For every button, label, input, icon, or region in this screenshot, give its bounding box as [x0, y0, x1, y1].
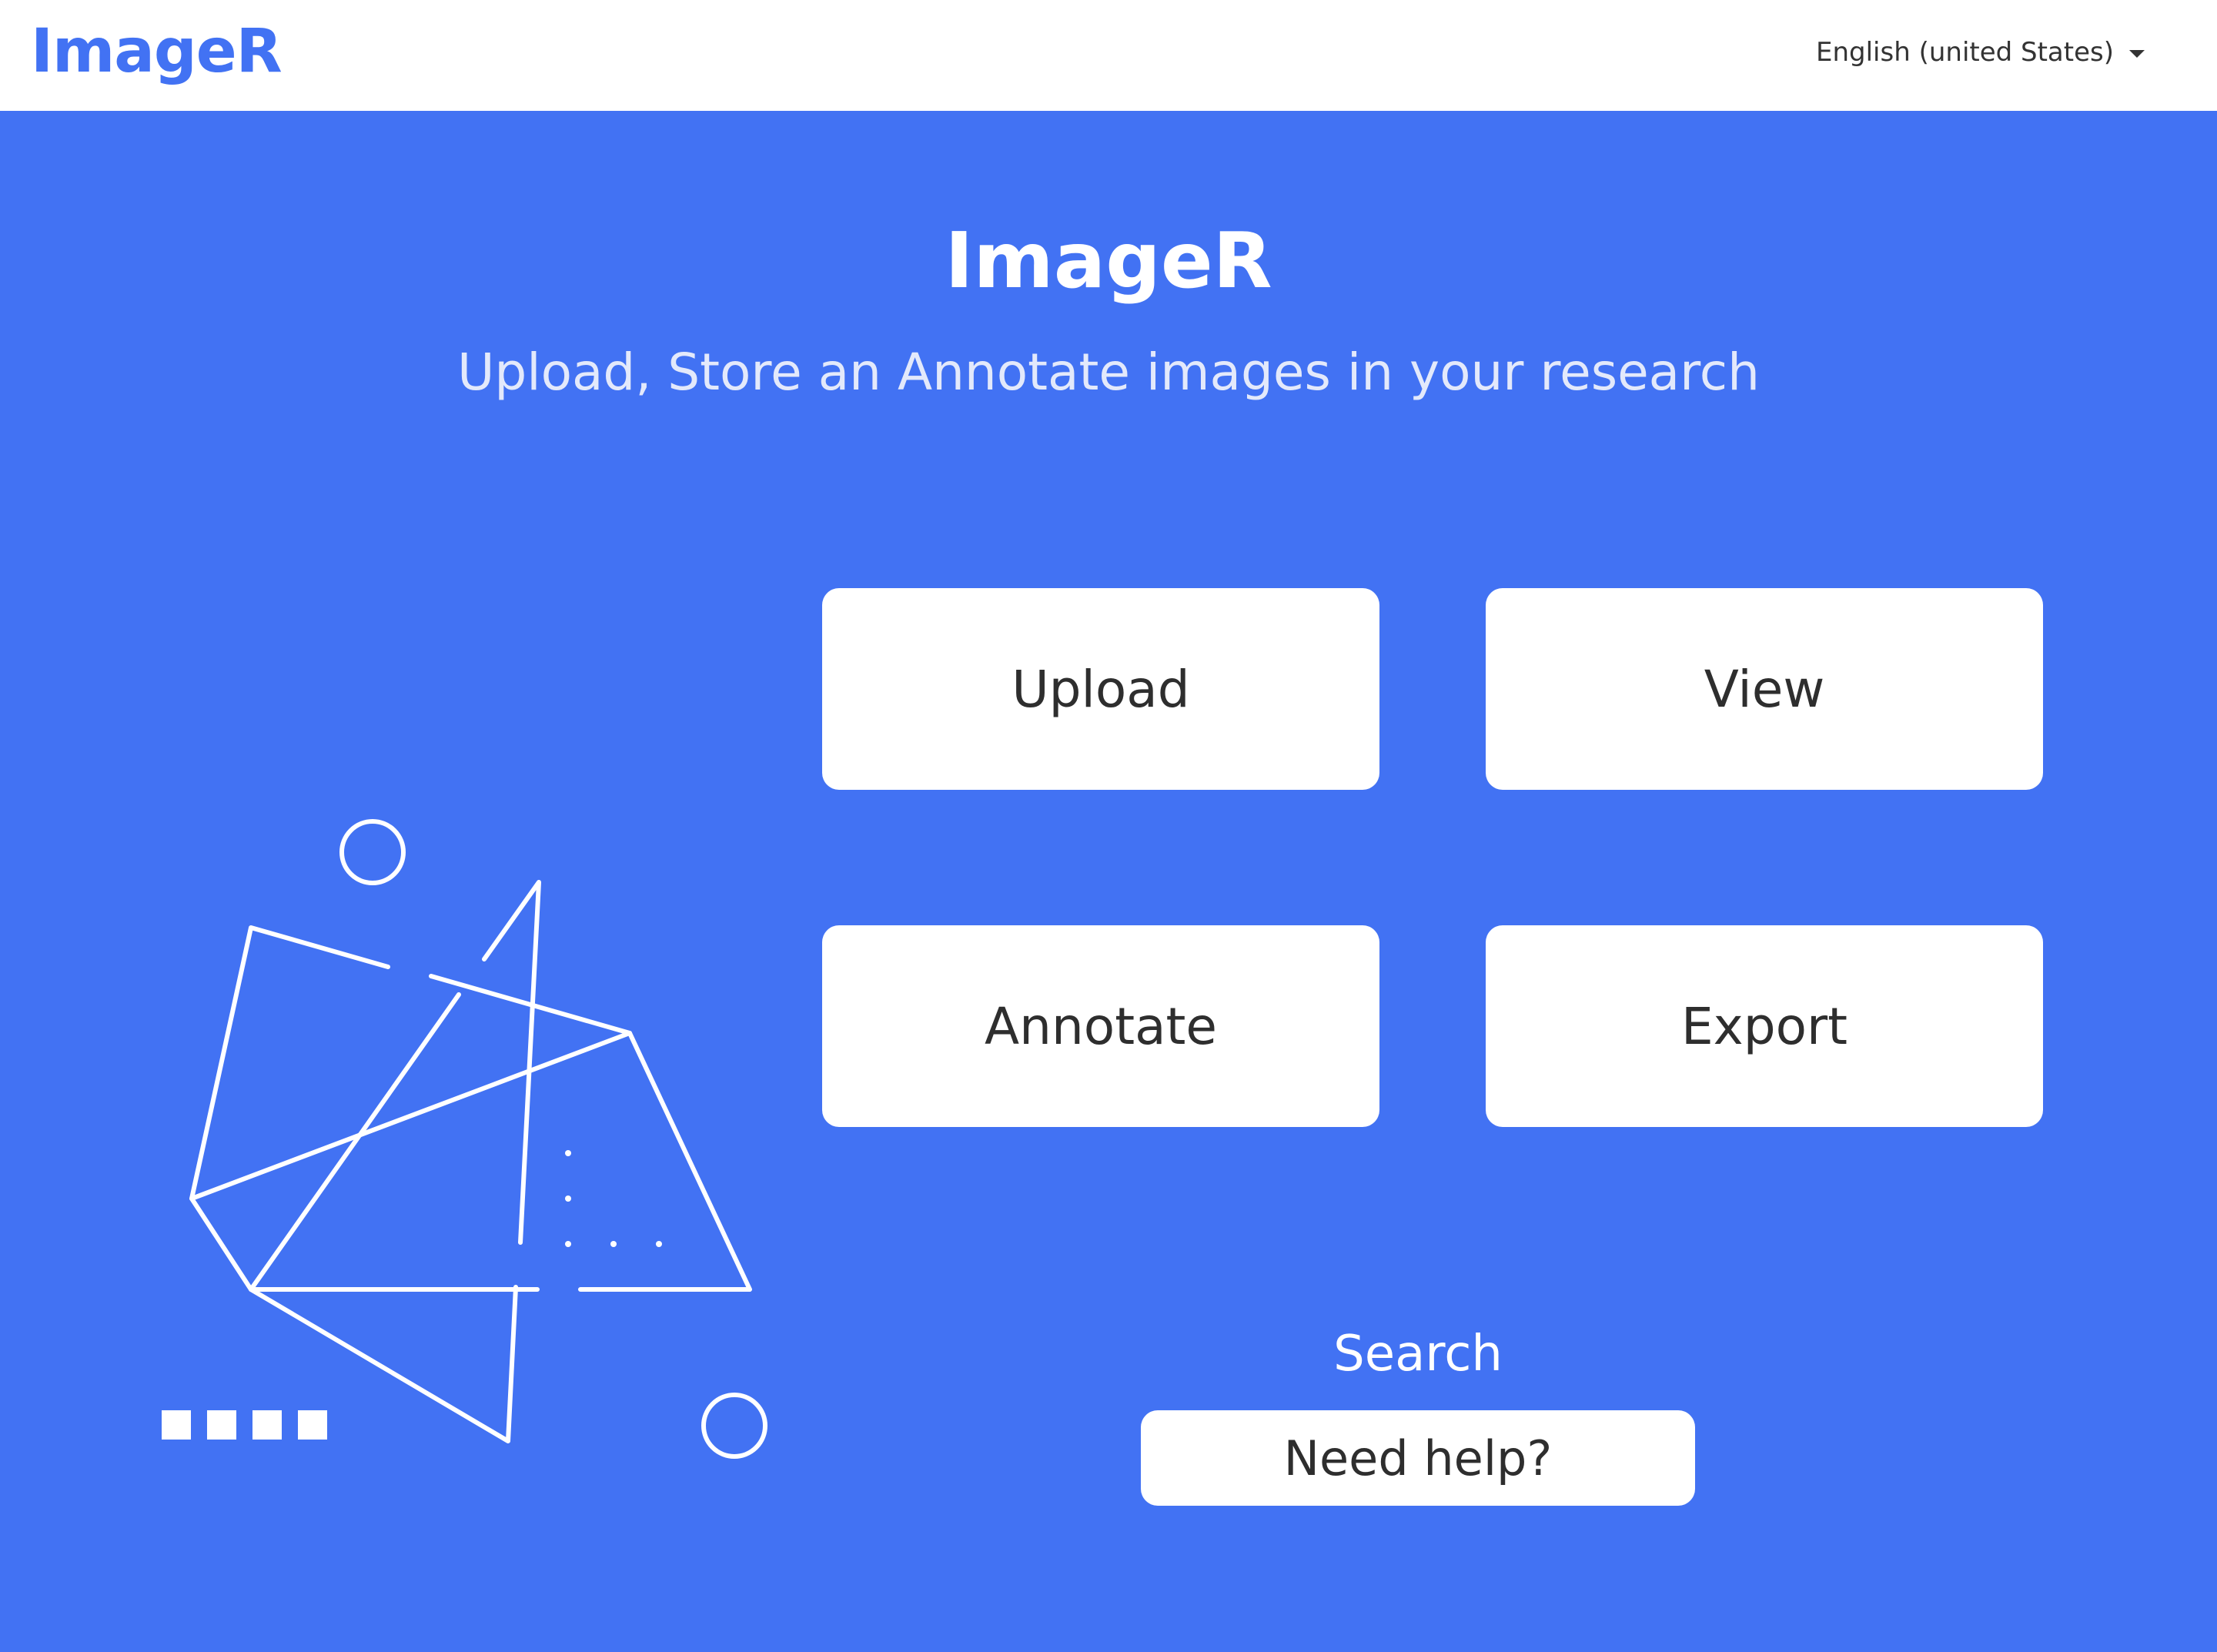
dot-shape [565, 1150, 571, 1156]
logo[interactable]: ImageR [31, 17, 283, 86]
dot-shape [610, 1241, 617, 1247]
circle-bottom-icon [701, 1393, 767, 1459]
square-shape [162, 1410, 191, 1440]
line-shape [189, 925, 540, 1292]
square-shape [252, 1410, 282, 1440]
page-title: ImageR [945, 216, 1272, 306]
top-bar: ImageR English (united States) [0, 0, 2217, 111]
line-shape [249, 1285, 518, 1443]
line-shape [249, 992, 461, 1292]
upload-button[interactable]: Upload [822, 588, 1379, 790]
circle-top-icon [339, 819, 406, 885]
dot-shape [565, 1241, 571, 1247]
line-shape [482, 880, 541, 1245]
dot-shape [656, 1241, 662, 1247]
language-label: English (united States) [1816, 37, 2114, 68]
language-selector[interactable]: English (united States) [1816, 37, 2145, 68]
square-shape [207, 1410, 236, 1440]
export-button[interactable]: Export [1486, 925, 2043, 1127]
page-subtitle: Upload, Store an Annotate images in your… [457, 343, 1760, 402]
view-button[interactable]: View [1486, 588, 2043, 790]
search-label: Search [1333, 1326, 1503, 1383]
help-button[interactable]: Need help? [1141, 1410, 1695, 1506]
line-shape [189, 1031, 632, 1201]
caret-down-icon [2129, 50, 2145, 58]
line-shape [429, 974, 752, 1292]
annotate-button[interactable]: Annotate [822, 925, 1379, 1127]
dot-shape [565, 1196, 571, 1202]
square-shape [298, 1410, 327, 1440]
